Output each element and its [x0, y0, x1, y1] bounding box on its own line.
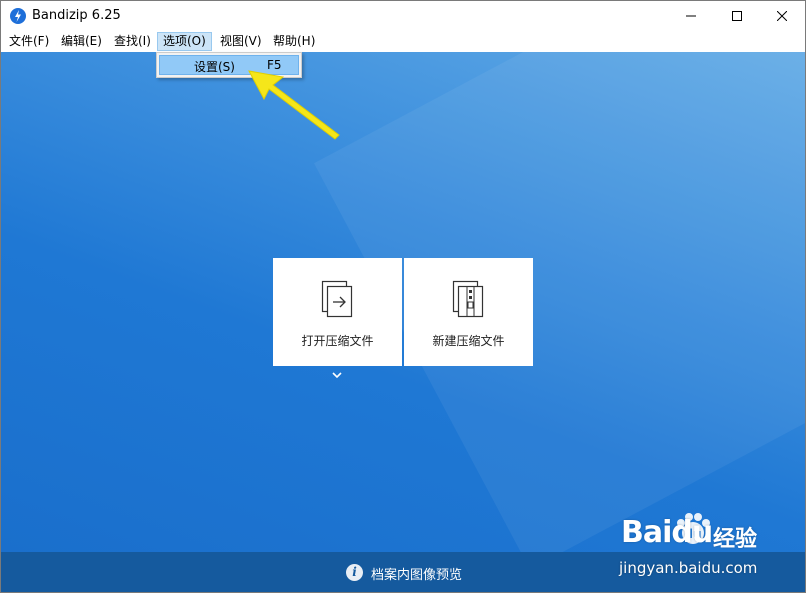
menu-bar: 文件(F) 编辑(E) 查找(I) 选项(O) 视图(V) 帮助(H) [1, 31, 805, 52]
open-archive-button[interactable]: 打开压缩文件 [273, 258, 402, 366]
open-archive-label: 打开压缩文件 [301, 334, 374, 348]
chevron-down-icon[interactable] [331, 370, 343, 380]
menu-file[interactable]: 文件(F) [3, 32, 55, 51]
new-archive-button[interactable]: 新建压缩文件 [404, 258, 533, 366]
menu-view[interactable]: 视图(V) [214, 32, 268, 51]
window-title: Bandizip 6.25 [32, 8, 121, 23]
watermark-url: jingyan.baidu.com [619, 559, 758, 577]
close-button[interactable] [759, 1, 805, 31]
arrow-annotation-icon [248, 70, 340, 140]
app-window: Bandizip 6.25 文件(F) 编辑(E) 查找(I) 选项(O) 视图… [0, 0, 806, 593]
minimize-icon [686, 15, 696, 17]
settings-label: 设置(S) [194, 60, 235, 74]
menu-help[interactable]: 帮助(H) [267, 32, 321, 51]
main-area: 打开压缩文件 新建压缩文件 [1, 52, 805, 552]
menu-options[interactable]: 选项(O) [157, 32, 212, 51]
close-icon [777, 11, 787, 21]
baidu-watermark: du Baidu 经验 jingyan.baidu.com [613, 505, 803, 589]
menu-find[interactable]: 查找(I) [108, 32, 157, 51]
new-archive-label: 新建压缩文件 [432, 334, 505, 348]
info-icon: i [346, 564, 363, 581]
maximize-button[interactable] [714, 1, 760, 31]
open-archive-icon [321, 280, 353, 318]
watermark-suffix: 经验 [713, 527, 758, 552]
status-text: 档案内图像预览 [371, 568, 463, 583]
bandizip-logo-icon [10, 8, 26, 24]
new-archive-icon [452, 280, 484, 318]
minimize-button[interactable] [668, 1, 714, 31]
maximize-icon [732, 11, 742, 21]
title-bar[interactable]: Bandizip 6.25 [1, 1, 805, 31]
menu-edit[interactable]: 编辑(E) [55, 32, 108, 51]
watermark-brand: Baidu [621, 515, 713, 550]
